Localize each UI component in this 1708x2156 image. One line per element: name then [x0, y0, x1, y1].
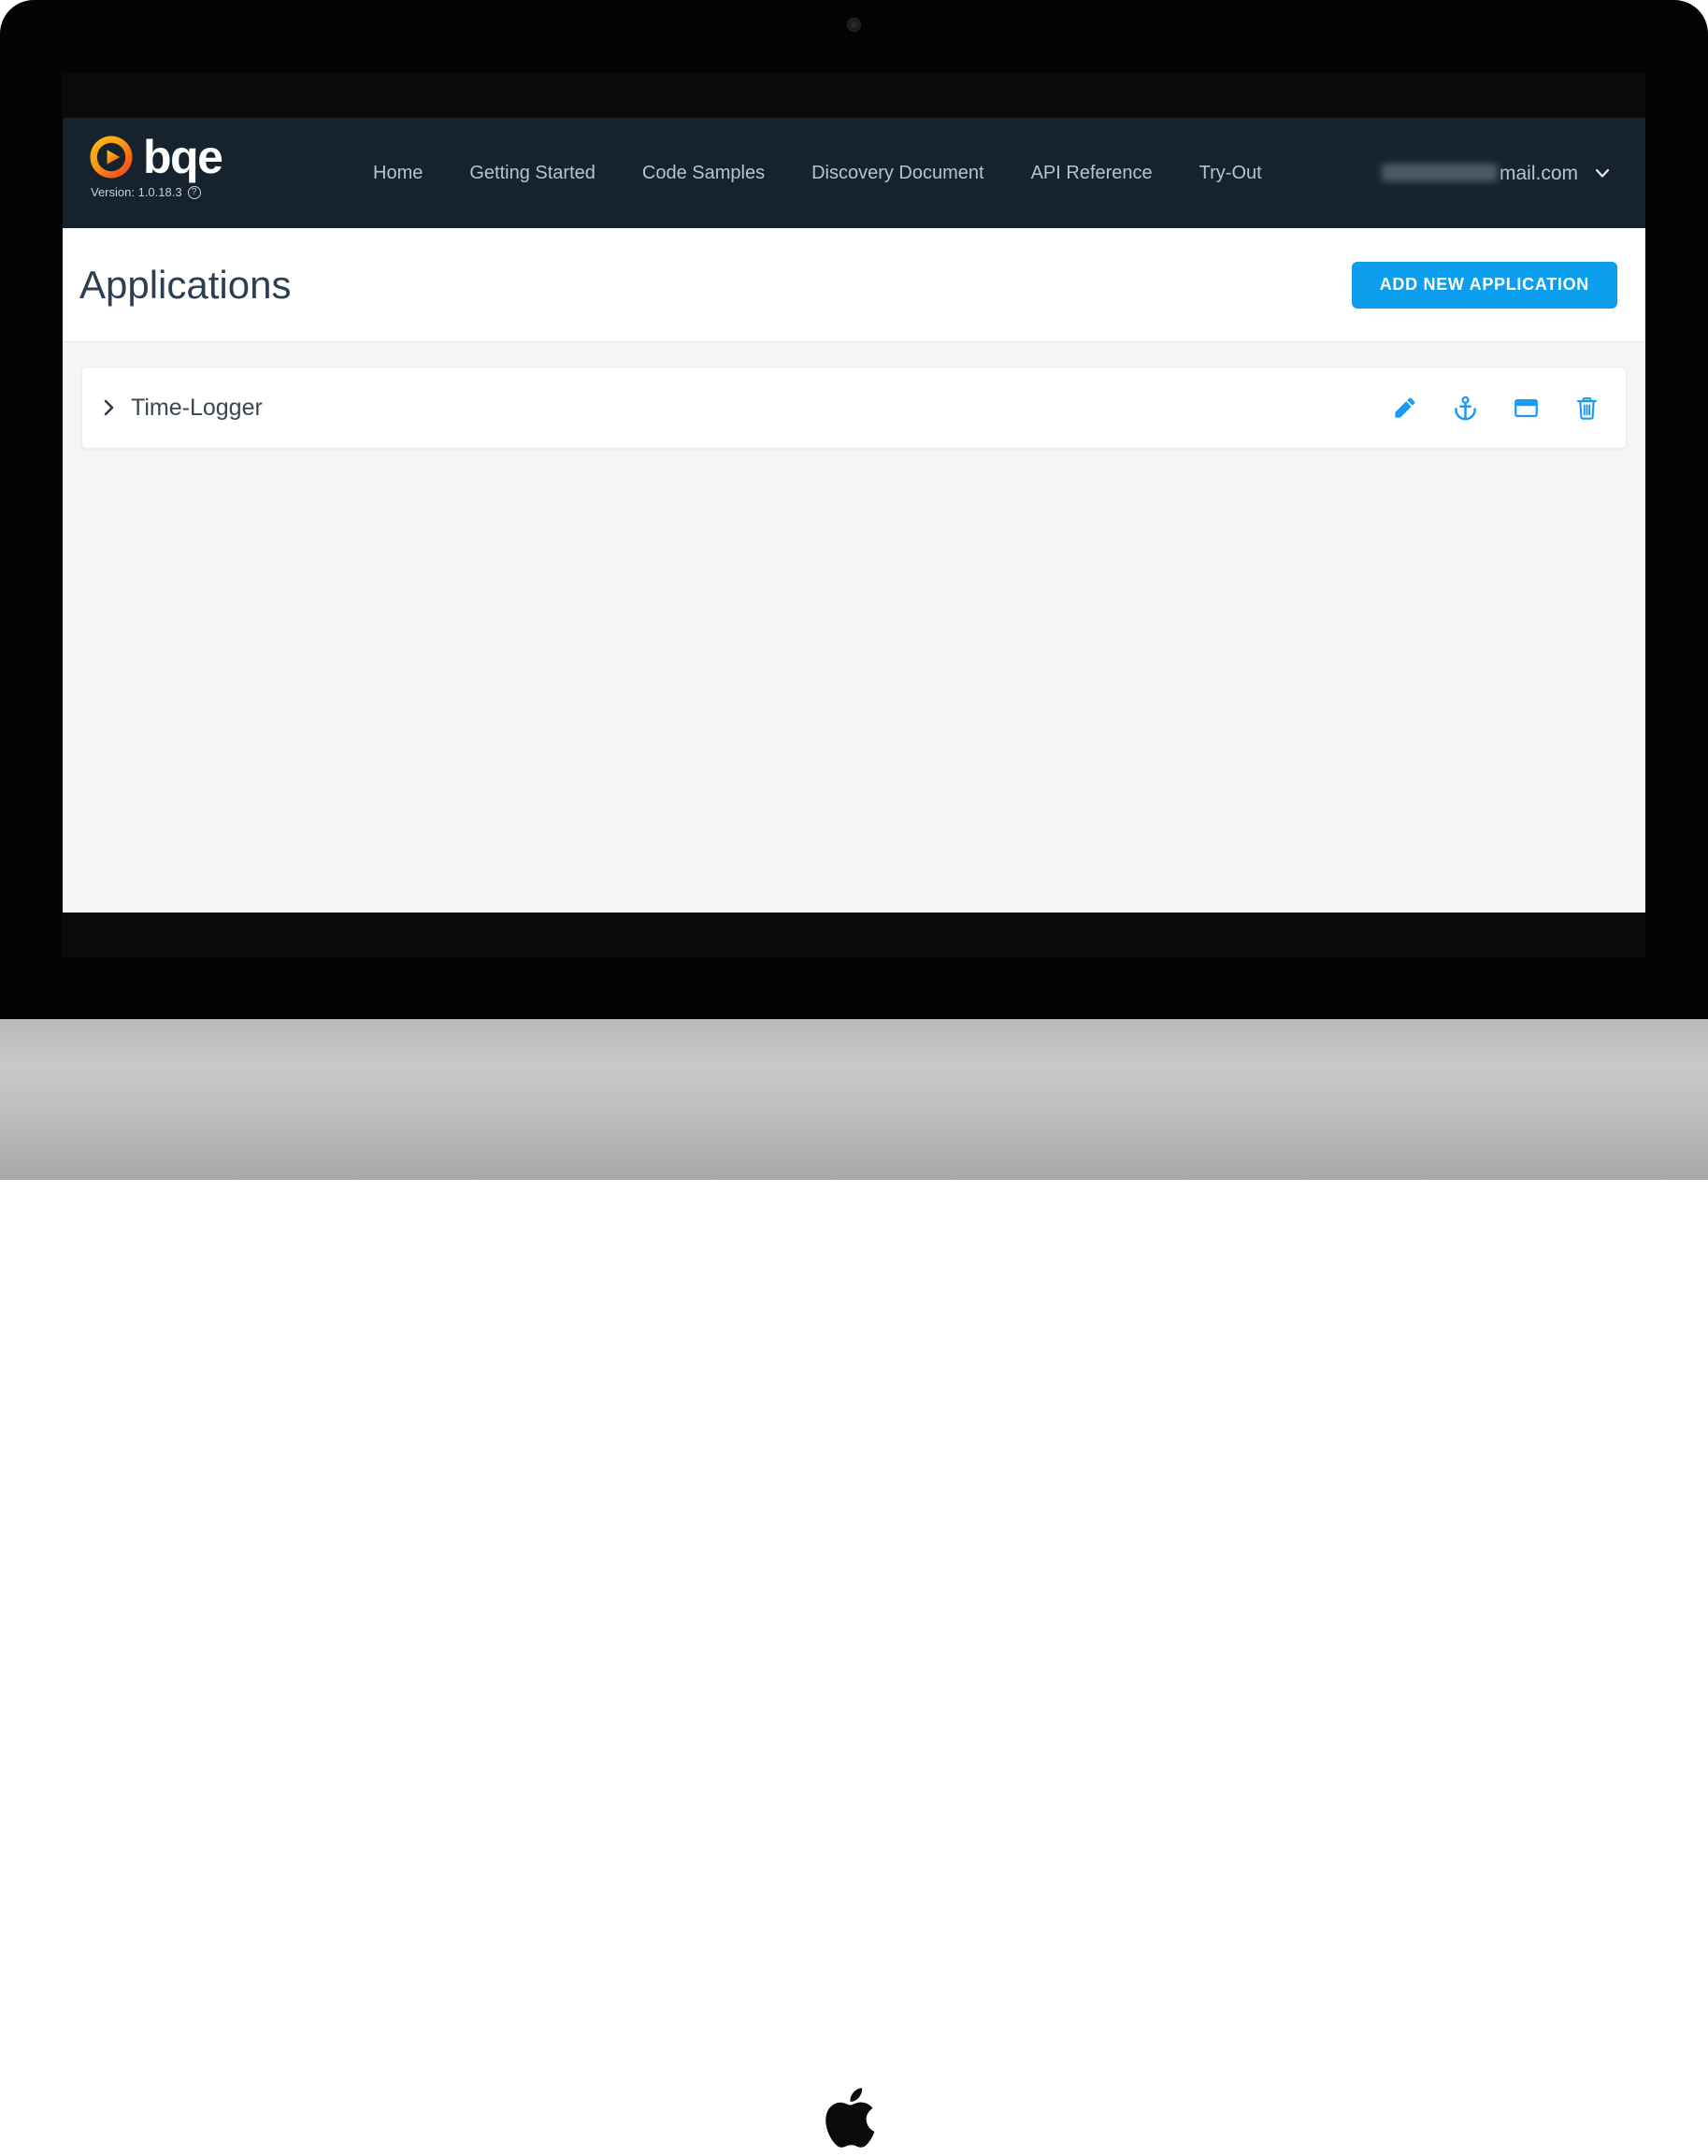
browser-viewport: bqe Version: 1.0.18.3 ? Home Getting Sta… — [63, 118, 1645, 913]
monitor-bezel: bqe Version: 1.0.18.3 ? Home Getting Sta… — [0, 0, 1708, 1019]
brand-wordmark: bqe — [143, 131, 223, 183]
top-navbar: bqe Version: 1.0.18.3 ? Home Getting Sta… — [63, 118, 1645, 228]
application-row[interactable]: Time-Logger — [81, 367, 1627, 449]
version-label: Version: 1.0.18.3 — [91, 185, 182, 199]
account-email-domain: mail.com — [1499, 162, 1578, 184]
brand-row: bqe — [89, 131, 223, 183]
screen-panel: bqe Version: 1.0.18.3 ? Home Getting Sta… — [63, 73, 1645, 957]
application-name: Time-Logger — [131, 394, 263, 421]
pencil-icon[interactable] — [1392, 395, 1417, 421]
chevron-right-icon[interactable] — [103, 399, 116, 416]
chevron-down-icon[interactable] — [1593, 164, 1612, 182]
application-expand-toggle[interactable]: Time-Logger — [103, 395, 263, 422]
help-circle-icon[interactable]: ? — [187, 185, 201, 199]
nav-link-api-reference[interactable]: API Reference — [1008, 163, 1176, 184]
monitor-stand-base — [0, 1019, 1708, 2148]
application-actions — [1392, 395, 1600, 421]
browser-window-icon[interactable] — [1514, 395, 1539, 421]
nav-link-home[interactable]: Home — [350, 163, 446, 184]
account-menu[interactable]: mail.com — [1381, 118, 1612, 228]
anchor-icon[interactable] — [1453, 395, 1478, 421]
imac-device: bqe Version: 1.0.18.3 ? Home Getting Sta… — [0, 0, 1708, 2148]
webcam-dot — [847, 18, 861, 32]
nav-link-code-samples[interactable]: Code Samples — [619, 163, 788, 184]
account-email: mail.com — [1381, 162, 1578, 185]
nav-link-getting-started[interactable]: Getting Started — [446, 163, 619, 184]
navbar-links: Home Getting Started Code Samples Discov… — [350, 118, 1285, 228]
applications-list: Time-Logger — [63, 342, 1645, 913]
nav-link-discovery-document[interactable]: Discovery Document — [788, 163, 1008, 184]
version-row: Version: 1.0.18.3 ? — [91, 185, 222, 199]
page-header: Applications ADD NEW APPLICATION — [63, 228, 1645, 342]
apple-logo — [825, 2088, 875, 2148]
add-new-application-button[interactable]: ADD NEW APPLICATION — [1351, 261, 1617, 309]
brand-block[interactable]: bqe Version: 1.0.18.3 ? — [89, 131, 223, 199]
redacted-email-blur — [1381, 163, 1498, 181]
bqe-play-logo-icon — [90, 136, 133, 179]
page-title: Applications — [79, 262, 292, 307]
nav-link-try-out[interactable]: Try-Out — [1176, 163, 1285, 184]
trash-icon[interactable] — [1574, 395, 1600, 421]
